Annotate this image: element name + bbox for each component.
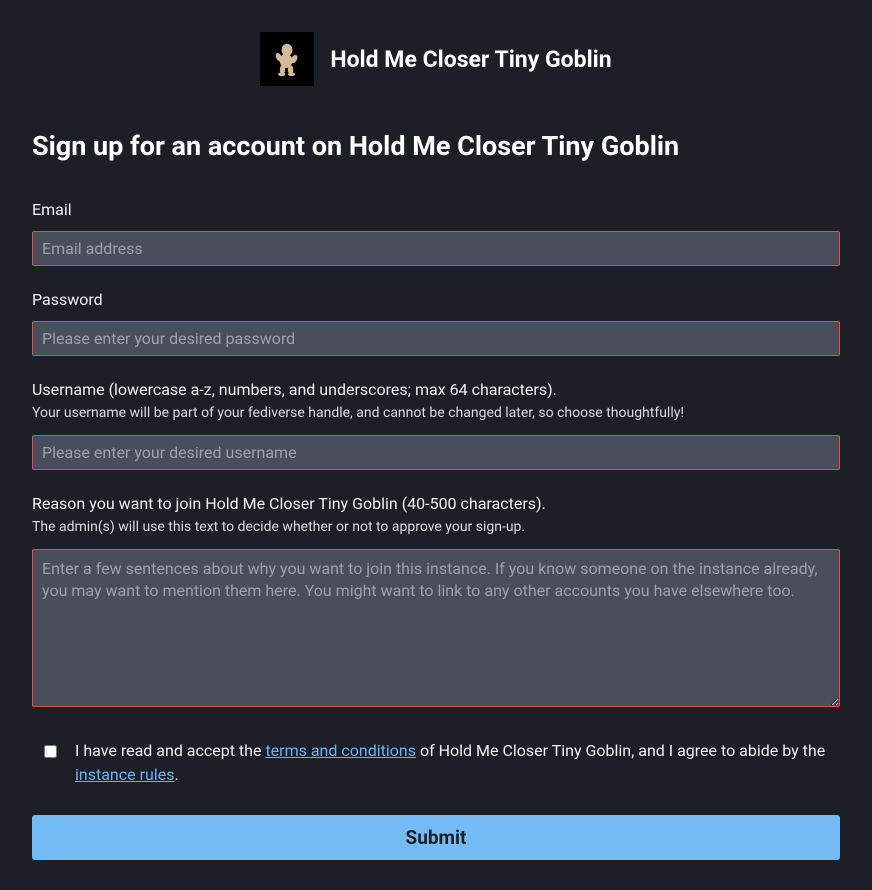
reason-help: The admin(s) will use this text to decid… bbox=[32, 519, 840, 535]
agreement-label: I have read and accept the terms and con… bbox=[75, 739, 840, 787]
email-label: Email bbox=[32, 200, 840, 219]
page-heading: Sign up for an account on Hold Me Closer… bbox=[32, 130, 840, 162]
username-label: Username (lowercase a-z, numbers, and un… bbox=[32, 380, 840, 399]
site-title: Hold Me Closer Tiny Goblin bbox=[330, 46, 611, 73]
agreement-text-suffix: . bbox=[174, 765, 178, 784]
agreement-text-middle: of Hold Me Closer Tiny Goblin, and I agr… bbox=[416, 741, 825, 760]
agreement-text-prefix: I have read and accept the bbox=[75, 741, 265, 760]
signup-form: Email Password Username (lowercase a-z, … bbox=[32, 200, 840, 860]
agreement-checkbox[interactable] bbox=[44, 745, 57, 758]
reason-label: Reason you want to join Hold Me Closer T… bbox=[32, 494, 840, 513]
page-header: Hold Me Closer Tiny Goblin bbox=[32, 32, 840, 86]
password-input[interactable] bbox=[32, 321, 840, 356]
email-input[interactable] bbox=[32, 231, 840, 266]
goblin-icon bbox=[269, 41, 305, 77]
reason-textarea[interactable] bbox=[32, 549, 840, 707]
submit-button[interactable]: Submit bbox=[32, 815, 840, 860]
username-help: Your username will be part of your fediv… bbox=[32, 405, 840, 421]
rules-link[interactable]: instance rules bbox=[75, 765, 174, 784]
password-label: Password bbox=[32, 290, 840, 309]
terms-link[interactable]: terms and conditions bbox=[265, 741, 416, 760]
username-input[interactable] bbox=[32, 435, 840, 470]
site-logo bbox=[260, 32, 314, 86]
